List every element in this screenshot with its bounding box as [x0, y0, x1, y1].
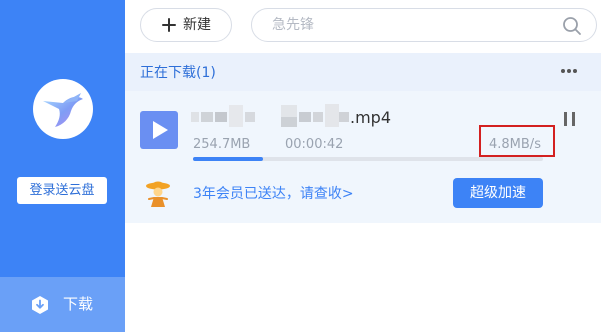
file-size: 254.7MB: [193, 137, 251, 152]
vip-mascot-icon: [146, 181, 170, 207]
filename-extension: .mp4: [350, 108, 392, 127]
main-panel: 新建 正在下载(1): [125, 0, 601, 332]
login-button[interactable]: 登录送云盘: [17, 177, 107, 204]
download-icon: [32, 296, 48, 314]
search-icon[interactable]: [562, 16, 582, 36]
search-input[interactable]: [272, 16, 532, 34]
section-header: 正在下载(1): [125, 53, 601, 91]
vip-promo-link[interactable]: 3年会员已送达，请查收>: [193, 185, 354, 203]
super-boost-button[interactable]: 超级加速: [453, 178, 543, 208]
pause-icon[interactable]: [563, 111, 577, 127]
toolbar: 新建: [125, 0, 601, 53]
app-logo: [33, 79, 93, 139]
sidebar: 登录送云盘 下载: [0, 0, 125, 332]
new-task-button[interactable]: 新建: [140, 8, 232, 42]
progress-fill: [193, 157, 263, 161]
sidebar-item-download[interactable]: 下载: [0, 277, 125, 332]
progress-bar: [193, 157, 543, 161]
plus-icon: [162, 18, 176, 32]
speed-highlight-box: [479, 125, 555, 157]
download-item[interactable]: .mp4 254.7MB 00:00:42 4.8MB/s 3年会员已送达，请查…: [125, 91, 601, 223]
new-task-label: 新建: [183, 17, 211, 33]
hummingbird-icon: [43, 93, 83, 127]
sidebar-item-label: 下载: [63, 295, 94, 313]
more-options-icon[interactable]: [559, 65, 579, 77]
elapsed-time: 00:00:42: [285, 137, 344, 152]
blurred-filename: [191, 104, 349, 127]
play-icon: [153, 121, 168, 139]
search-box: [251, 8, 597, 42]
play-button[interactable]: [140, 111, 178, 149]
section-title: 正在下载(1): [140, 65, 216, 81]
